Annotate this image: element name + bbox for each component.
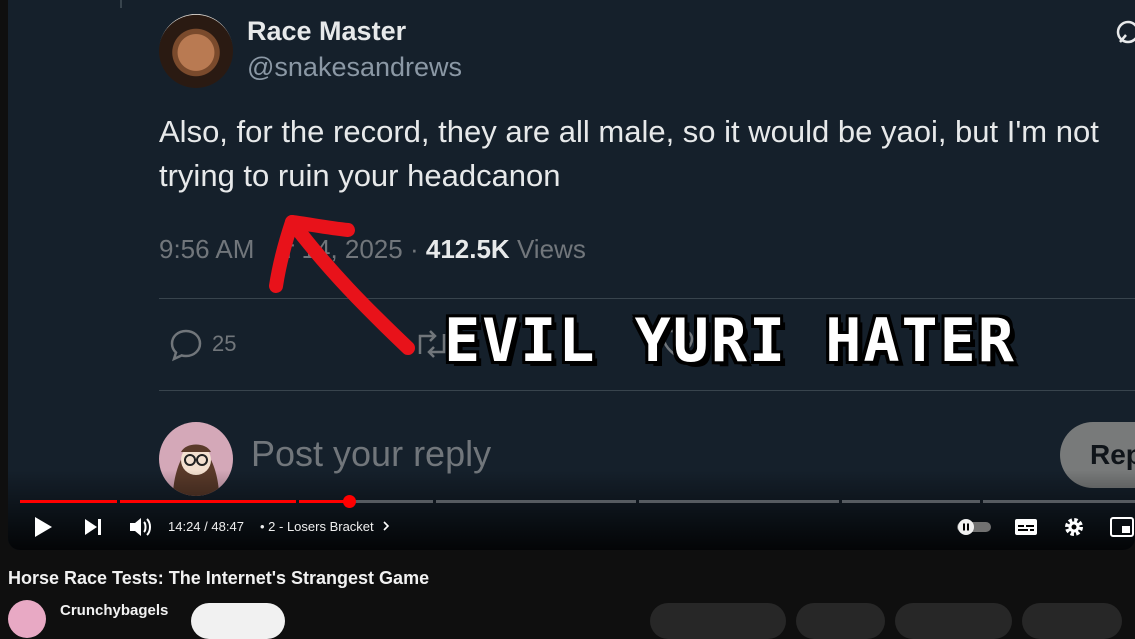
reply-count: 25 <box>212 331 237 356</box>
chapter-title-button[interactable]: • 2 - Losers Bracket <box>260 519 391 534</box>
video-title: Horse Race Tests: The Internet's Strange… <box>8 568 430 588</box>
chevron-right-icon <box>383 521 390 531</box>
played-fill <box>20 500 117 503</box>
subtitles-button[interactable] <box>1011 510 1041 544</box>
chapter-segment[interactable] <box>120 500 296 503</box>
like-dislike-button[interactable] <box>650 603 786 639</box>
tweet-text: Also, for the record, they are all male,… <box>159 114 1099 193</box>
reply-action[interactable]: 25 <box>168 326 236 362</box>
chapter-segment[interactable] <box>436 500 636 503</box>
time-display: 14:24 / 48:47 <box>168 519 244 534</box>
gear-icon <box>1065 518 1083 536</box>
volume-button[interactable] <box>124 510 158 544</box>
controls-gradient <box>8 470 1135 550</box>
author-display-name: Race Master <box>247 16 407 46</box>
time-separator: / <box>204 519 208 534</box>
download-button[interactable] <box>895 603 1012 639</box>
reply-input[interactable]: Post your reply <box>251 433 491 475</box>
divider <box>159 390 1135 391</box>
miniplayer-button[interactable] <box>1107 510 1135 544</box>
skip-next-icon <box>85 519 101 535</box>
tweet-views-label: Views <box>516 234 586 264</box>
red-arrow-annotation <box>269 215 415 355</box>
thread-connector-line <box>120 0 122 8</box>
next-button[interactable] <box>78 510 108 544</box>
scrubber-handle[interactable] <box>342 495 356 508</box>
chapter-segment[interactable] <box>842 500 980 503</box>
subtitles-icon <box>1015 519 1037 535</box>
tweet-views-count: 412.5K <box>425 234 510 264</box>
progress-bar[interactable] <box>20 495 1135 508</box>
channel-name[interactable]: Crunchybagels <box>60 602 168 619</box>
reply-icon <box>170 329 202 362</box>
time-current: 14:24 <box>168 519 201 534</box>
play-button[interactable] <box>28 510 58 544</box>
video-player[interactable]: Race Master @snakesandrews Also, for the… <box>8 0 1135 550</box>
chapter-segment[interactable] <box>20 500 117 503</box>
author-avatar <box>159 14 233 88</box>
play-icon <box>35 517 52 537</box>
subscribe-button[interactable] <box>191 603 285 639</box>
share-button[interactable] <box>796 603 885 639</box>
time-total: 48:47 <box>211 519 244 534</box>
volume-icon <box>130 518 151 536</box>
chapter-segment[interactable] <box>639 500 839 503</box>
autoplay-toggle[interactable] <box>957 519 991 535</box>
chapter-label: • 2 - Losers Bracket <box>260 519 374 534</box>
author-handle: @snakesandrews <box>247 52 463 82</box>
thanks-button[interactable] <box>1022 603 1122 639</box>
tweet-time: 9:56 AM <box>159 234 255 264</box>
video-frame[interactable]: Race Master @snakesandrews Also, for the… <box>8 0 1135 550</box>
played-fill <box>299 500 349 503</box>
played-fill <box>120 500 296 503</box>
miniplayer-icon <box>1110 517 1134 537</box>
chapter-segment[interactable] <box>299 500 433 503</box>
channel-avatar[interactable] <box>8 600 46 638</box>
settings-button[interactable] <box>1059 510 1089 544</box>
chapter-segment[interactable] <box>983 500 1135 503</box>
overlay-caption: EVIL YURI HATER <box>444 306 1016 376</box>
grok-icon <box>1116 20 1135 44</box>
